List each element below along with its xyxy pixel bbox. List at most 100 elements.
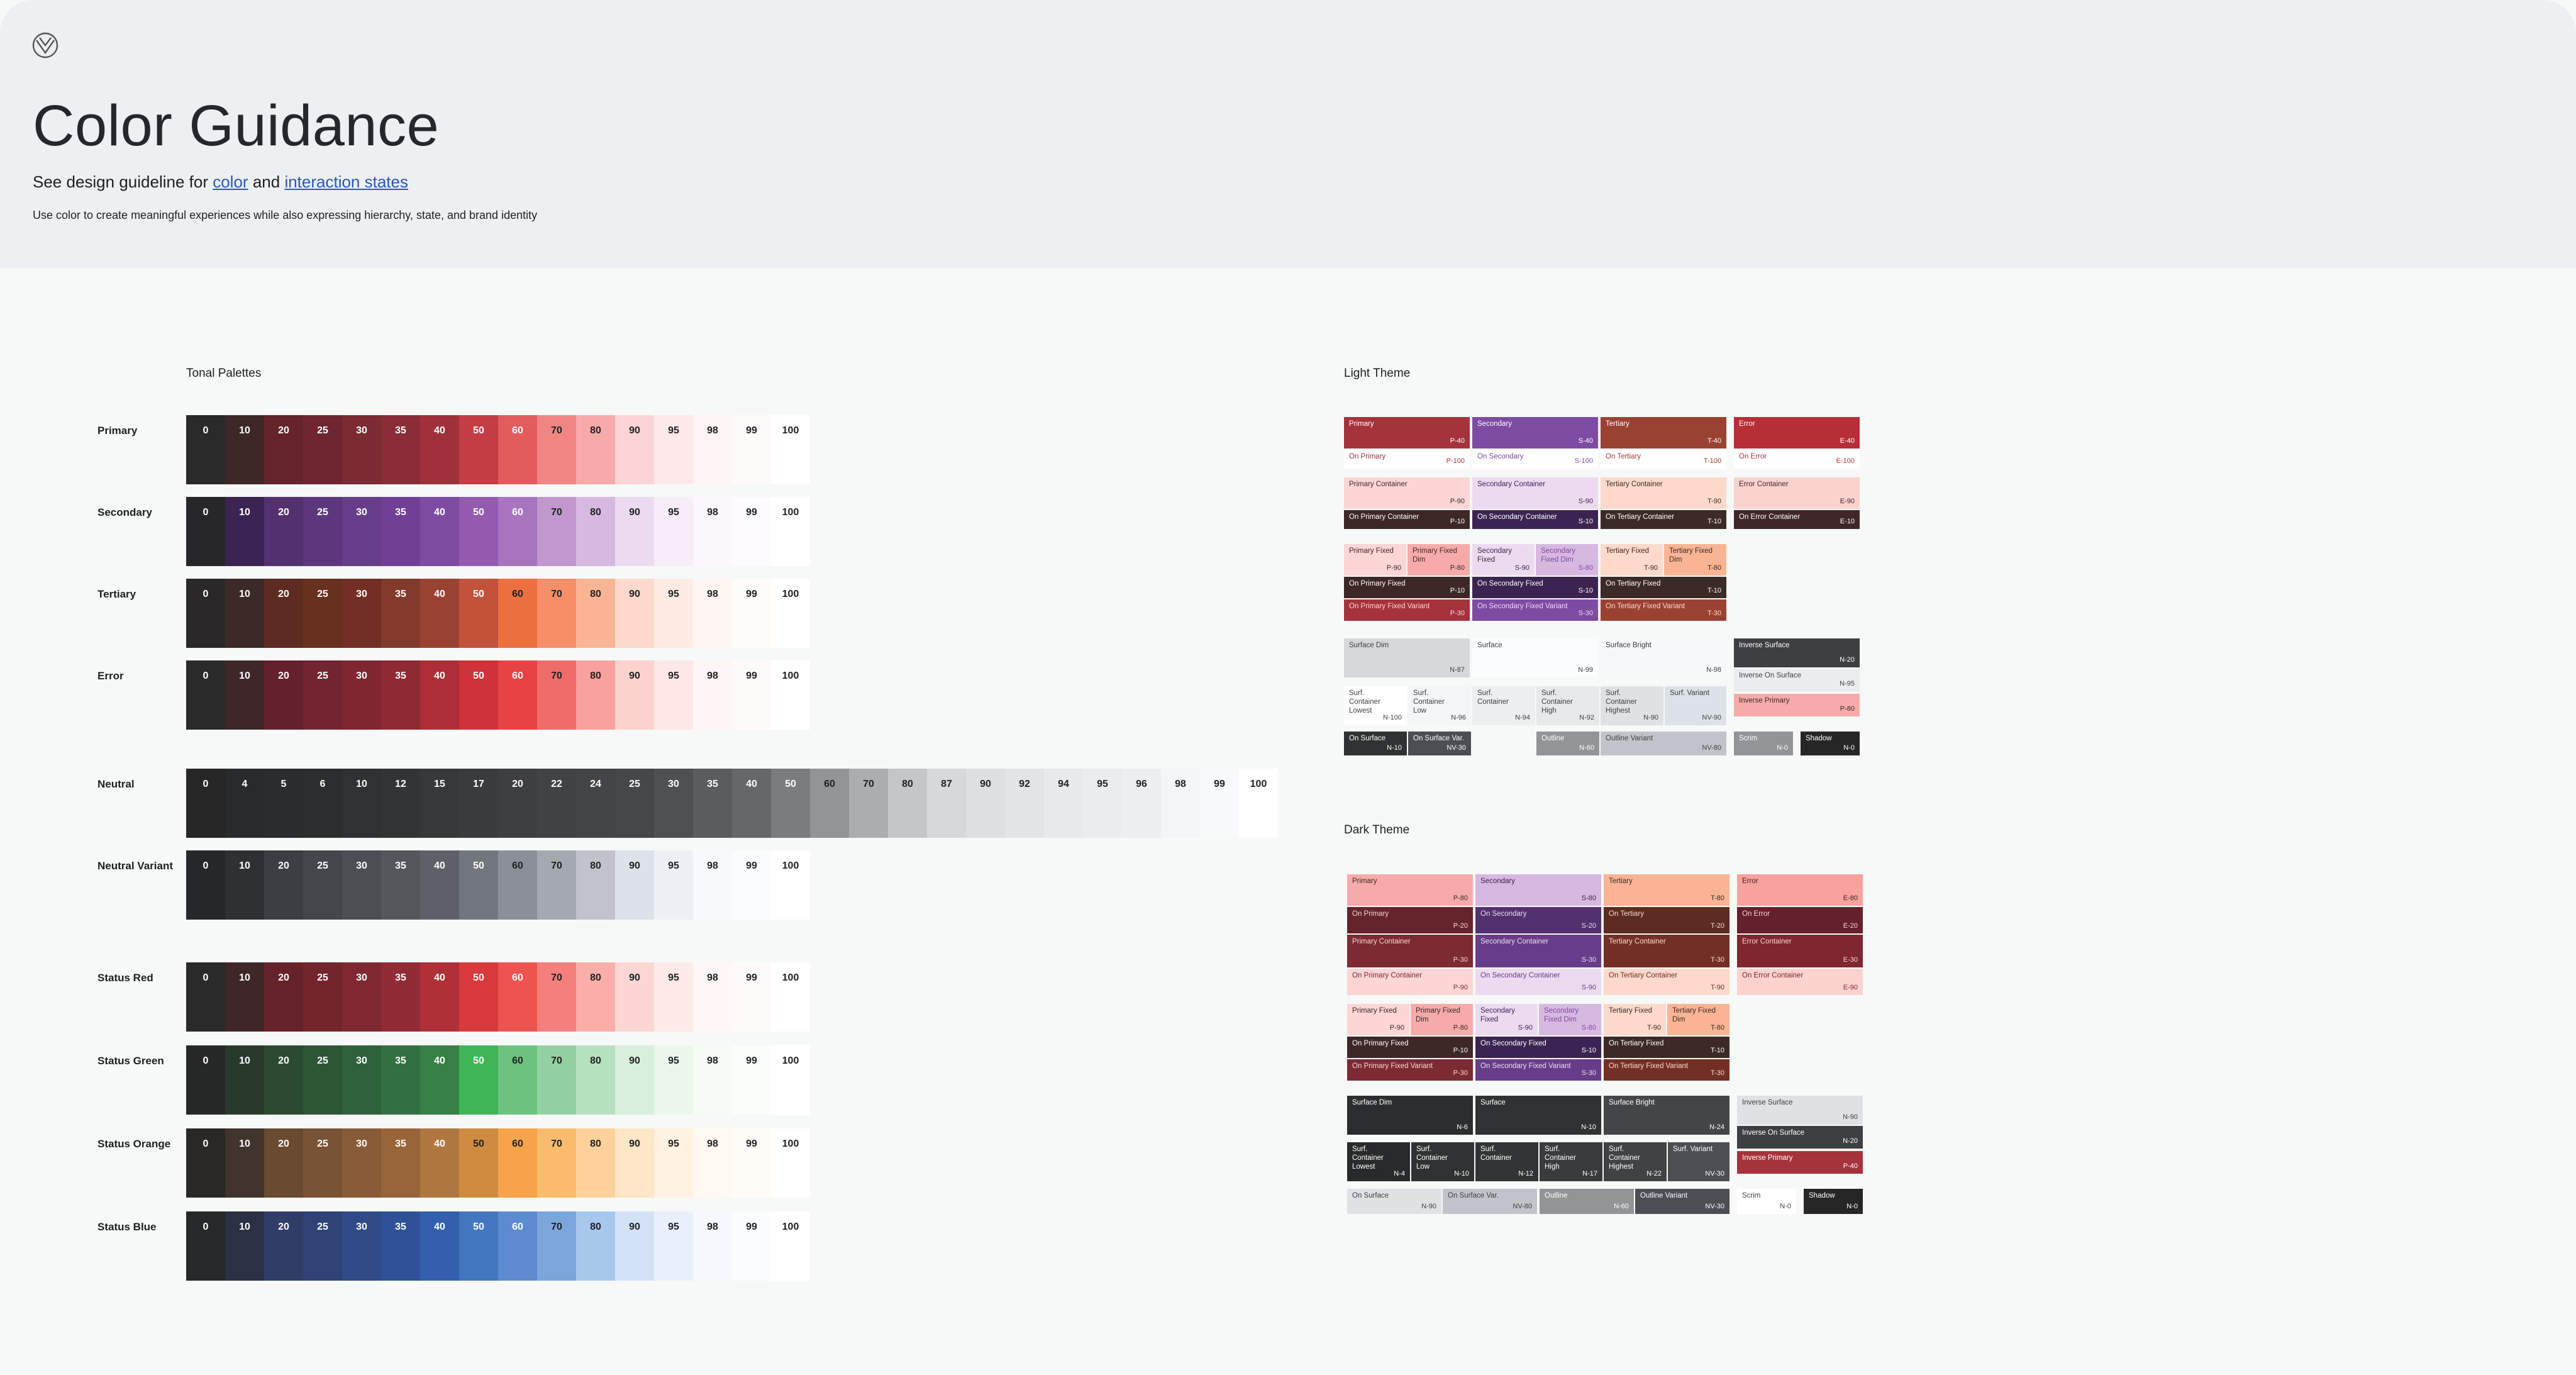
swatch-primary-35[interactable]: 35 <box>381 415 420 484</box>
color-role-secondary-fixed[interactable]: Secondary Fixed S-90 <box>1475 1004 1538 1035</box>
swatch-neutral-99[interactable]: 99 <box>1200 769 1239 838</box>
color-role-scrim[interactable]: Scrim N-0 <box>1737 1189 1796 1214</box>
swatch-tertiary-50[interactable]: 50 <box>459 579 498 648</box>
swatch-status-red-0[interactable]: 0 <box>186 962 225 1032</box>
color-role-surf-container-high[interactable]: Surf. Container High N-92 <box>1536 686 1599 725</box>
swatch-status-red-70[interactable]: 70 <box>537 962 576 1032</box>
swatch-status-orange-30[interactable]: 30 <box>342 1128 381 1198</box>
color-role-inverse-on-surface[interactable]: Inverse On Surface N-95 <box>1734 669 1860 691</box>
swatch-status-blue-98[interactable]: 98 <box>693 1211 732 1281</box>
swatch-neutral-variant-10[interactable]: 10 <box>225 850 264 920</box>
swatch-status-green-50[interactable]: 50 <box>459 1045 498 1115</box>
swatch-secondary-60[interactable]: 60 <box>498 497 537 566</box>
color-role-tertiary-fixed[interactable]: Tertiary Fixed T-90 <box>1601 544 1663 576</box>
color-role-on-surface-var[interactable]: On Surface Var. NV-80 <box>1443 1189 1537 1214</box>
color-role-on-error-container[interactable]: On Error Container E-90 <box>1737 969 1863 995</box>
color-role-surf-container-highest[interactable]: Surf. Container Highest N-90 <box>1601 686 1663 725</box>
swatch-secondary-90[interactable]: 90 <box>615 497 654 566</box>
color-role-on-tertiary[interactable]: On Tertiary T-20 <box>1604 907 1729 933</box>
swatch-status-red-98[interactable]: 98 <box>693 962 732 1032</box>
swatch-status-red-60[interactable]: 60 <box>498 962 537 1032</box>
color-role-on-tertiary-container[interactable]: On Tertiary Container T-90 <box>1604 969 1729 995</box>
swatch-status-orange-98[interactable]: 98 <box>693 1128 732 1198</box>
color-role-primary-fixed-dim[interactable]: Primary Fixed Dim P-80 <box>1407 544 1470 576</box>
swatch-status-blue-90[interactable]: 90 <box>615 1211 654 1281</box>
color-role-surf-container-high[interactable]: Surf. Container High N-17 <box>1540 1142 1602 1181</box>
swatch-error-30[interactable]: 30 <box>342 660 381 730</box>
swatch-tertiary-90[interactable]: 90 <box>615 579 654 648</box>
swatch-status-orange-60[interactable]: 60 <box>498 1128 537 1198</box>
swatch-primary-20[interactable]: 20 <box>264 415 303 484</box>
color-role-outline-variant[interactable]: Outline Variant NV-30 <box>1635 1189 1729 1214</box>
swatch-secondary-70[interactable]: 70 <box>537 497 576 566</box>
swatch-primary-10[interactable]: 10 <box>225 415 264 484</box>
swatch-error-25[interactable]: 25 <box>303 660 342 730</box>
swatch-neutral-variant-40[interactable]: 40 <box>420 850 459 920</box>
swatch-neutral-30[interactable]: 30 <box>654 769 693 838</box>
swatch-status-orange-80[interactable]: 80 <box>576 1128 615 1198</box>
swatch-tertiary-25[interactable]: 25 <box>303 579 342 648</box>
swatch-status-orange-25[interactable]: 25 <box>303 1128 342 1198</box>
swatch-secondary-10[interactable]: 10 <box>225 497 264 566</box>
color-role-on-secondary-fixed-variant[interactable]: On Secondary Fixed Variant S-30 <box>1475 1059 1601 1081</box>
color-role-on-error[interactable]: On Error E-100 <box>1734 450 1860 469</box>
color-role-on-tertiary[interactable]: On Tertiary T-100 <box>1601 450 1726 469</box>
swatch-tertiary-20[interactable]: 20 <box>264 579 303 648</box>
color-role-on-tertiary-container[interactable]: On Tertiary Container T-10 <box>1601 510 1726 529</box>
color-role-tertiary-fixed[interactable]: Tertiary Fixed T-90 <box>1604 1004 1666 1035</box>
color-role-on-secondary-container[interactable]: On Secondary Container S-90 <box>1475 969 1601 995</box>
color-role-primary-fixed-dim[interactable]: Primary Fixed Dim P-80 <box>1411 1004 1473 1035</box>
swatch-status-green-70[interactable]: 70 <box>537 1045 576 1115</box>
swatch-primary-30[interactable]: 30 <box>342 415 381 484</box>
swatch-error-40[interactable]: 40 <box>420 660 459 730</box>
swatch-error-35[interactable]: 35 <box>381 660 420 730</box>
swatch-status-green-0[interactable]: 0 <box>186 1045 225 1115</box>
color-role-on-tertiary-fixed[interactable]: On Tertiary Fixed T-10 <box>1601 577 1726 598</box>
swatch-neutral-0[interactable]: 0 <box>186 769 225 838</box>
color-role-primary[interactable]: Primary P-40 <box>1344 417 1470 448</box>
swatch-error-50[interactable]: 50 <box>459 660 498 730</box>
color-role-on-primary-fixed-variant[interactable]: On Primary Fixed Variant P-30 <box>1347 1059 1473 1081</box>
swatch-neutral-95[interactable]: 95 <box>1083 769 1122 838</box>
swatch-tertiary-100[interactable]: 100 <box>771 579 810 648</box>
swatch-neutral-variant-25[interactable]: 25 <box>303 850 342 920</box>
color-guideline-link[interactable]: color <box>213 172 248 191</box>
swatch-status-red-20[interactable]: 20 <box>264 962 303 1032</box>
swatch-status-orange-20[interactable]: 20 <box>264 1128 303 1198</box>
swatch-secondary-30[interactable]: 30 <box>342 497 381 566</box>
color-role-on-primary[interactable]: On Primary P-100 <box>1344 450 1470 469</box>
swatch-secondary-100[interactable]: 100 <box>771 497 810 566</box>
swatch-secondary-35[interactable]: 35 <box>381 497 420 566</box>
color-role-outline[interactable]: Outline N-60 <box>1540 1189 1634 1214</box>
color-role-on-primary-fixed[interactable]: On Primary Fixed P-10 <box>1347 1037 1473 1058</box>
color-role-error[interactable]: Error E-40 <box>1734 417 1860 448</box>
swatch-status-green-30[interactable]: 30 <box>342 1045 381 1115</box>
swatch-neutral-94[interactable]: 94 <box>1044 769 1083 838</box>
swatch-error-99[interactable]: 99 <box>732 660 771 730</box>
swatch-error-98[interactable]: 98 <box>693 660 732 730</box>
swatch-status-green-95[interactable]: 95 <box>654 1045 693 1115</box>
swatch-neutral-variant-99[interactable]: 99 <box>732 850 771 920</box>
swatch-neutral-variant-60[interactable]: 60 <box>498 850 537 920</box>
swatch-status-orange-90[interactable]: 90 <box>615 1128 654 1198</box>
swatch-neutral-70[interactable]: 70 <box>849 769 888 838</box>
color-role-primary-fixed[interactable]: Primary Fixed P-90 <box>1347 1004 1409 1035</box>
color-role-surface-dim[interactable]: Surface Dim N-6 <box>1347 1096 1473 1135</box>
color-role-on-primary[interactable]: On Primary P-20 <box>1347 907 1473 933</box>
swatch-neutral-100[interactable]: 100 <box>1239 769 1278 838</box>
color-role-error-container[interactable]: Error Container E-30 <box>1737 935 1863 967</box>
swatch-status-blue-80[interactable]: 80 <box>576 1211 615 1281</box>
swatch-error-100[interactable]: 100 <box>771 660 810 730</box>
color-role-surf-container[interactable]: Surf. Container N-94 <box>1472 686 1535 725</box>
swatch-secondary-99[interactable]: 99 <box>732 497 771 566</box>
swatch-status-blue-10[interactable]: 10 <box>225 1211 264 1281</box>
swatch-status-orange-70[interactable]: 70 <box>537 1128 576 1198</box>
color-role-on-surface-var[interactable]: On Surface Var. NV-30 <box>1408 732 1471 755</box>
swatch-status-red-10[interactable]: 10 <box>225 962 264 1032</box>
swatch-secondary-25[interactable]: 25 <box>303 497 342 566</box>
swatch-neutral-25[interactable]: 25 <box>615 769 654 838</box>
color-role-inverse-surface[interactable]: Inverse Surface N-90 <box>1737 1096 1863 1125</box>
swatch-primary-60[interactable]: 60 <box>498 415 537 484</box>
swatch-status-red-100[interactable]: 100 <box>771 962 810 1032</box>
swatch-neutral-variant-30[interactable]: 30 <box>342 850 381 920</box>
